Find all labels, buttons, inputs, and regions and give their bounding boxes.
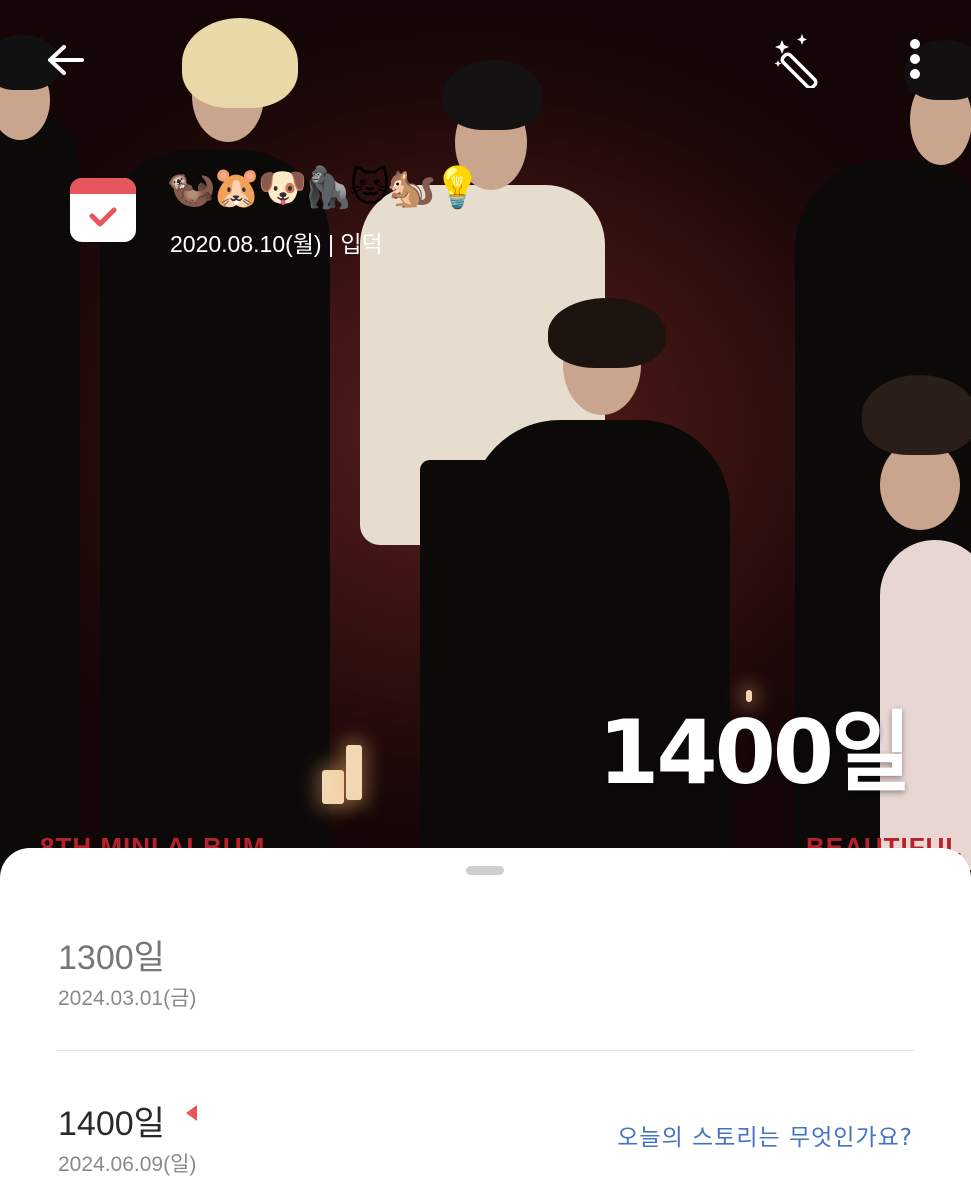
bottom-sheet: 1300일 2024.03.01(금) 1400일 2024.06.09(일) … (0, 848, 971, 1200)
emoji-nickname: 🦦🐹🐶🦍🐱🐿️💡 (166, 165, 483, 211)
more-vertical-icon (910, 39, 920, 79)
magic-button[interactable] (768, 30, 830, 90)
candle-1 (322, 770, 344, 804)
divider (56, 1050, 914, 1051)
figure-3-hair (443, 60, 543, 130)
start-date-label: 2020.08.10(월) | 입덕 (170, 231, 383, 257)
day-count-label: 1400일 (598, 701, 912, 804)
candle-2 (346, 745, 362, 800)
calendar-check-icon (70, 178, 136, 242)
story-prompt-link[interactable]: 오늘의 스토리는 무엇인가요? (617, 1118, 913, 1152)
figure-1 (0, 110, 80, 870)
more-menu-button[interactable] (900, 38, 930, 82)
figure-2-hair (182, 18, 298, 108)
milestone-date: 2024.06.09(일) (58, 1153, 197, 1176)
back-button[interactable] (44, 38, 88, 82)
milestone-title: 1300일 (58, 939, 165, 977)
milestone-title: 1400일 (58, 1105, 165, 1143)
current-marker-icon (186, 1105, 197, 1121)
arrow-left-icon (48, 45, 84, 75)
figure-4-hair (548, 298, 666, 368)
sheet-drag-handle[interactable] (466, 866, 504, 875)
magic-wand-icon (774, 34, 818, 90)
milestone-date: 2024.03.01(금) (58, 987, 197, 1010)
figure-6-hair (862, 375, 971, 455)
